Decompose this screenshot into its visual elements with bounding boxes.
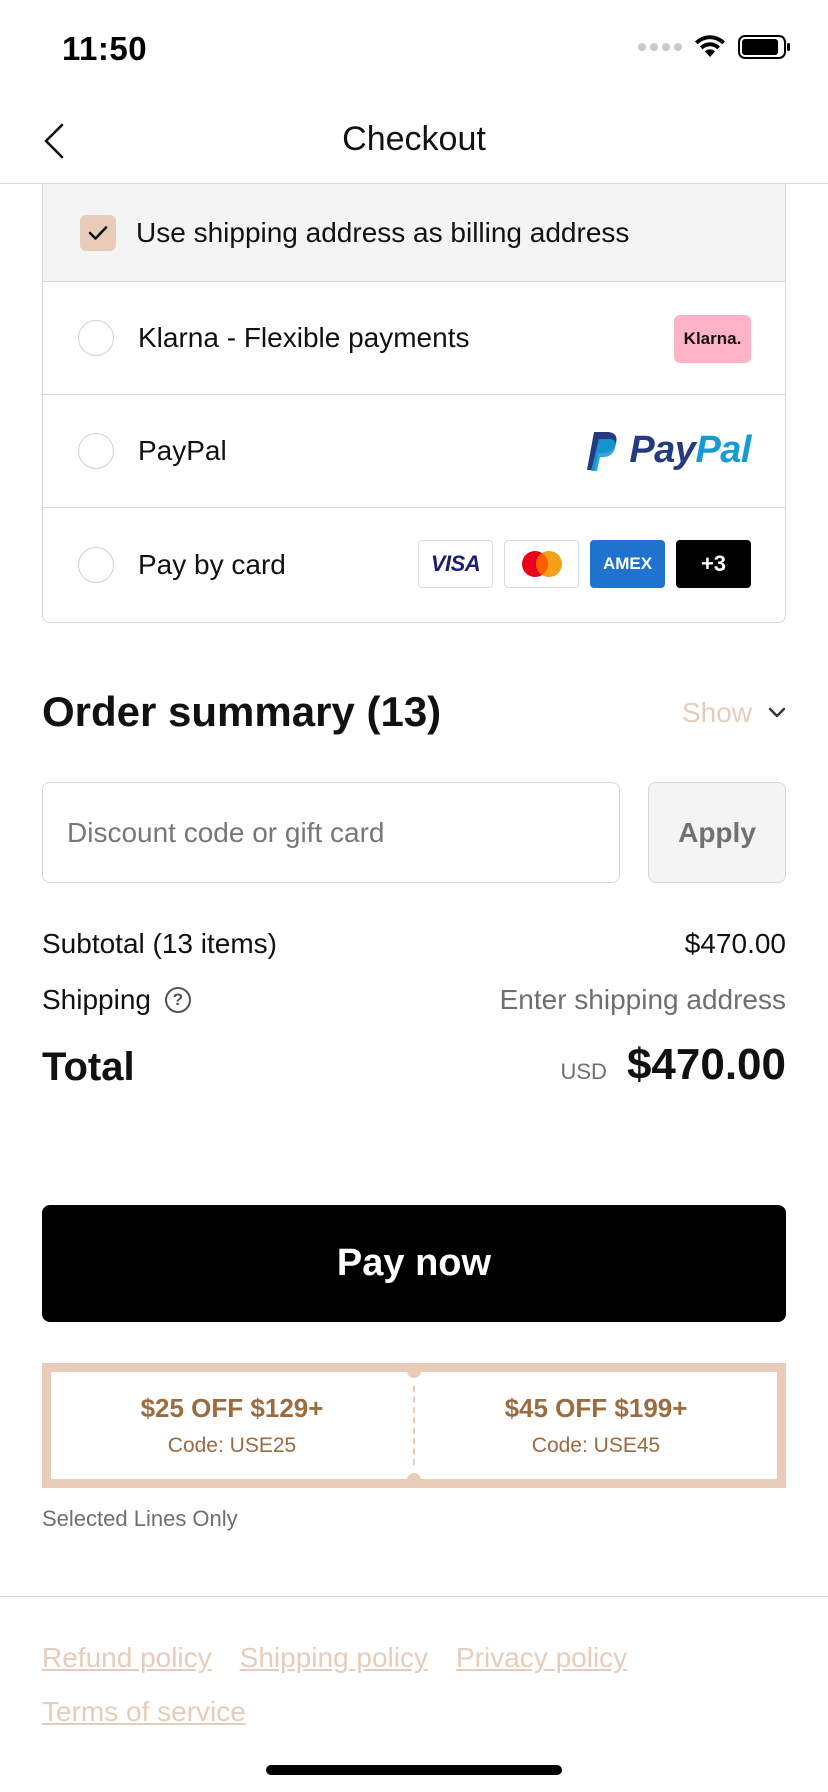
- apply-button[interactable]: Apply: [648, 782, 786, 883]
- more-cards-badge: +3: [676, 540, 751, 588]
- discount-code-input[interactable]: [42, 782, 620, 883]
- page-title: Checkout: [342, 120, 486, 158]
- chevron-down-icon: [768, 707, 786, 718]
- mastercard-circles-icon: [521, 551, 562, 577]
- shipping-row: Shipping ? Enter shipping address: [42, 984, 786, 1016]
- shipping-value: Enter shipping address: [499, 984, 786, 1015]
- coupon-code: Code: USE45: [531, 1434, 661, 1457]
- coupon-item[interactable]: $45 OFF $199+ Code: USE45: [415, 1372, 777, 1479]
- card-label: Pay by card: [138, 549, 286, 580]
- shipping-policy-link[interactable]: Shipping policy: [240, 1642, 428, 1674]
- paypal-pal: Pal: [695, 429, 751, 471]
- payment-option-klarna[interactable]: Klarna - Flexible payments Klarna.: [43, 282, 785, 395]
- order-summary-title: Order summary (13): [42, 688, 442, 735]
- coupon-title: $25 OFF $129+: [140, 1393, 324, 1423]
- visa-logo: VISA: [418, 540, 493, 588]
- subtotal-value: $470.00: [684, 928, 786, 959]
- subtotal-row: Subtotal (13 items) $470.00: [42, 928, 786, 960]
- pay-now-button[interactable]: Pay now: [42, 1205, 786, 1322]
- coupon-notch: [407, 1364, 421, 1378]
- card-radio[interactable]: [78, 547, 114, 583]
- billing-label: Use shipping address as billing address: [136, 216, 630, 248]
- total-amount: USD $470.00: [560, 1040, 786, 1090]
- billing-address-row[interactable]: Use shipping address as billing address: [43, 184, 785, 282]
- payment-methods: Use shipping address as billing address …: [42, 184, 786, 623]
- refund-policy-link[interactable]: Refund policy: [42, 1642, 212, 1674]
- paypal-radio[interactable]: [78, 433, 114, 469]
- klarna-label: Klarna - Flexible payments: [138, 322, 470, 353]
- question-circle-icon[interactable]: ?: [164, 987, 191, 1013]
- nav-bar: Checkout: [0, 100, 828, 184]
- coupon-title: $45 OFF $199+: [504, 1393, 688, 1423]
- card-brands: VISA AMEX +3: [418, 540, 751, 588]
- paypal-logo: PayPal: [585, 429, 751, 472]
- payment-option-paypal[interactable]: PayPal PayPal: [43, 395, 785, 508]
- payment-option-card[interactable]: Pay by card VISA AMEX +3: [43, 508, 785, 622]
- status-bar: 11:50: [0, 0, 828, 100]
- klarna-radio[interactable]: [78, 320, 114, 356]
- coupon-notch: [407, 1473, 421, 1487]
- amex-logo: AMEX: [590, 540, 665, 588]
- wifi-icon: [695, 35, 725, 57]
- paypal-wordmark: PayPal: [629, 429, 751, 472]
- klarna-logo: Klarna.: [674, 315, 751, 363]
- privacy-policy-link[interactable]: Privacy policy: [456, 1642, 627, 1674]
- billing-checkbox[interactable]: [80, 214, 116, 251]
- footer-divider: [0, 1596, 828, 1597]
- show-summary-toggle[interactable]: Show: [682, 697, 786, 729]
- terms-of-service-link[interactable]: Terms of service: [42, 1696, 246, 1728]
- mastercard-logo: [504, 540, 579, 588]
- total-label: Total: [42, 1045, 135, 1089]
- currency-code: USD: [560, 1059, 607, 1084]
- coupon-banner: $25 OFF $129+ Code: USE25 $45 OFF $199+ …: [42, 1363, 786, 1488]
- checkmark-icon: [88, 225, 108, 240]
- status-icons: [638, 34, 792, 60]
- status-time: 11:50: [62, 30, 148, 67]
- total-value: $470.00: [626, 1040, 786, 1089]
- home-indicator: [266, 1765, 562, 1775]
- cellular-signal-icon: [638, 43, 682, 51]
- subtotal-label: Subtotal (13 items): [42, 928, 277, 959]
- coupon-divider: [407, 1364, 421, 1487]
- coupon-note: Selected Lines Only: [42, 1506, 238, 1531]
- shipping-left: Shipping ?: [42, 984, 191, 1016]
- paypal-pay: Pay: [629, 429, 696, 471]
- paypal-mark-icon: [587, 431, 617, 471]
- show-label: Show: [681, 697, 752, 728]
- battery-icon: [738, 35, 790, 59]
- shipping-label: Shipping: [42, 984, 151, 1015]
- footer-links: Refund policy Shipping policy Privacy po…: [42, 1642, 786, 1728]
- coupon-code: Code: USE25: [167, 1434, 297, 1457]
- paypal-label: PayPal: [138, 435, 227, 466]
- coupon-item[interactable]: $25 OFF $129+ Code: USE25: [51, 1372, 413, 1479]
